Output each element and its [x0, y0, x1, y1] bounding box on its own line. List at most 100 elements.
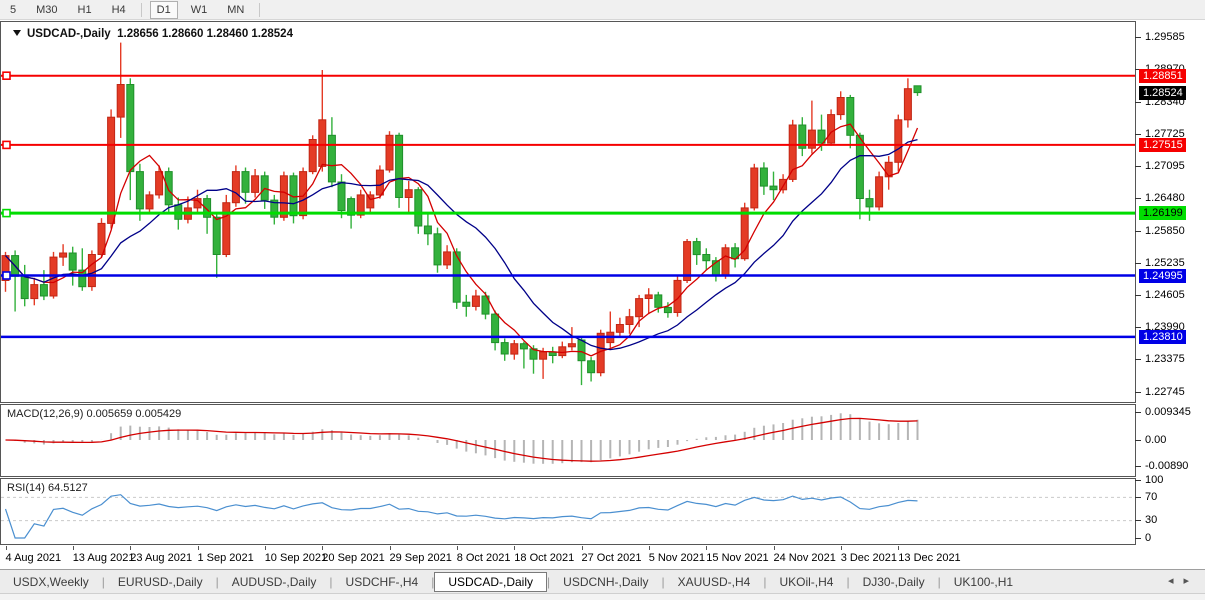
rsi-panel[interactable]: RSI(14) 64.5127 [0, 478, 1136, 545]
candle-body [500, 342, 509, 355]
level-line-handle[interactable] [2, 71, 11, 81]
candle-body [635, 298, 644, 318]
candle-body [155, 171, 164, 196]
candle-body [702, 254, 711, 262]
tab-xauusd-h4[interactable]: XAUUSD-,H4 [665, 572, 764, 592]
level-price-badge: 1.23810 [1139, 329, 1186, 344]
price-axis[interactable]: 1.295851.289701.283401.277251.270951.264… [1135, 21, 1205, 567]
tab-scroll-arrows-icon[interactable]: ◂▸ [1168, 574, 1199, 587]
candle-body [87, 254, 96, 288]
candle-body [375, 169, 384, 196]
timeframe-mn-button[interactable]: MN [220, 1, 251, 19]
date-tick-label: 3 Dec 2021 [840, 552, 897, 564]
tab-usdcnh-daily[interactable]: USDCNH-,Daily [550, 572, 661, 592]
axis-tick-mark [1135, 166, 1141, 168]
tab-usdcad-daily[interactable]: USDCAD-,Daily [434, 571, 548, 592]
axis-tick-mark [1135, 133, 1141, 135]
date-tick-mark [898, 546, 900, 550]
axis-tick-label: -0.00890 [1145, 460, 1189, 473]
date-tick-label: 4 Aug 2021 [5, 552, 62, 564]
candle-body [327, 134, 336, 183]
candle-body [558, 346, 567, 357]
terminal-window: 5 M30 H1 H4 D1 W1 MN USDCAD-,Daily 1.28656 1.2… [0, 0, 1205, 600]
level-line-handle[interactable] [2, 271, 11, 280]
axis-tick-label: 100 [1145, 473, 1164, 486]
date-tick-label: 24 Nov 2021 [773, 552, 836, 564]
timeframe-h4-button[interactable]: H4 [105, 1, 133, 19]
candle-body [875, 176, 884, 208]
candle-body [625, 316, 634, 326]
candle-body [692, 241, 701, 256]
date-axis[interactable]: 4 Aug 2021 13 Aug 2021 23 Aug 2021 1 Sep 20… [1, 546, 1137, 568]
date-tick-label: 13 Dec 2021 [898, 552, 961, 564]
candle-body [135, 171, 144, 210]
tab-ukoil-h4[interactable]: UKOil-,H4 [766, 572, 846, 592]
candle-body [212, 216, 221, 255]
rsi-chart [1, 494, 1135, 539]
candle-body [251, 175, 260, 193]
candle-body [769, 185, 778, 191]
axis-tick-mark [1135, 391, 1141, 393]
candle-body [759, 167, 768, 187]
axis-tick-mark [1135, 479, 1141, 481]
level-price-badge: 1.24995 [1139, 268, 1186, 283]
candle-body [404, 189, 413, 198]
date-tick-mark [264, 546, 266, 550]
timeframe-d1-button[interactable]: D1 [149, 0, 178, 19]
candle-body [577, 339, 586, 362]
candle-body [471, 295, 480, 307]
ma-fast-line [5, 123, 919, 357]
date-tick-label: 23 Aug 2021 [130, 552, 193, 564]
candle-body [116, 84, 125, 118]
macd-panel[interactable]: MACD(12,26,9) 0.005659 0.005429 [0, 404, 1136, 477]
axis-tick-mark [1135, 37, 1141, 39]
candle-body [644, 294, 653, 299]
date-tick-mark [456, 546, 458, 550]
axis-tick-label: 1.25235 [1145, 256, 1185, 269]
axis-tick-label: 1.27095 [1145, 160, 1185, 173]
level-line-handle[interactable] [2, 208, 11, 218]
axis-tick-mark [1135, 411, 1141, 413]
candle-body [654, 294, 663, 308]
price-chart-panel[interactable]: USDCAD-,Daily 1.28656 1.28660 1.28460 1.… [0, 21, 1136, 403]
tab-uk100-h1[interactable]: UK100-,H1 [941, 572, 1026, 592]
tab-usdx-weekly[interactable]: USDX,Weekly [0, 572, 102, 592]
timeframe-m30-button[interactable]: M30 [29, 1, 64, 19]
axis-tick-label: 1.24605 [1145, 289, 1185, 302]
candle-body [423, 225, 432, 235]
timeframe-h1-button[interactable]: H1 [71, 1, 99, 19]
candle-body [519, 343, 528, 350]
date-tick-mark [322, 546, 324, 550]
date-tick-label: 8 Oct 2021 [456, 552, 511, 564]
candle-body [385, 134, 394, 171]
timeframe-w1-button[interactable]: W1 [184, 1, 215, 19]
chart-title: USDCAD-,Daily 1.28656 1.28660 1.28460 1.… [13, 28, 293, 40]
candle-body [462, 301, 471, 307]
tab-eurusd-daily[interactable]: EURUSD-,Daily [105, 572, 216, 592]
candle-body [279, 175, 288, 218]
candle-body [587, 360, 596, 374]
candle-body [443, 251, 452, 266]
chart-tab-bar: USDX,Weekly | EURUSD-,Daily | AUDUSD-,Daily |… [0, 569, 1205, 593]
axis-tick-mark [1135, 439, 1141, 441]
macd-label: MACD(12,26,9) 0.005659 0.005429 [7, 408, 182, 420]
macd-signal-line [5, 417, 918, 462]
axis-tick-mark [1135, 327, 1141, 329]
bottom-strip [0, 593, 1205, 600]
tab-audusd-daily[interactable]: AUDUSD-,Daily [219, 572, 330, 592]
candle-body [241, 171, 250, 193]
candle-body [164, 171, 173, 206]
axis-tick-label: 1.25850 [1145, 224, 1185, 237]
axis-tick-mark [1135, 230, 1141, 232]
candle-body [20, 275, 29, 300]
tab-usdchf-h4[interactable]: USDCHF-,H4 [333, 572, 432, 592]
timeframe-5-button[interactable]: 5 [3, 1, 23, 19]
date-tick-label: 27 Oct 2021 [581, 552, 642, 564]
level-line-handle[interactable] [2, 140, 11, 150]
axis-tick-label: 1.23375 [1145, 352, 1185, 365]
date-tick-mark [389, 546, 391, 550]
chevron-down-icon [13, 30, 21, 36]
candle-body [539, 351, 548, 360]
tab-dj30-daily[interactable]: DJ30-,Daily [850, 572, 938, 592]
candle-body [337, 181, 346, 211]
